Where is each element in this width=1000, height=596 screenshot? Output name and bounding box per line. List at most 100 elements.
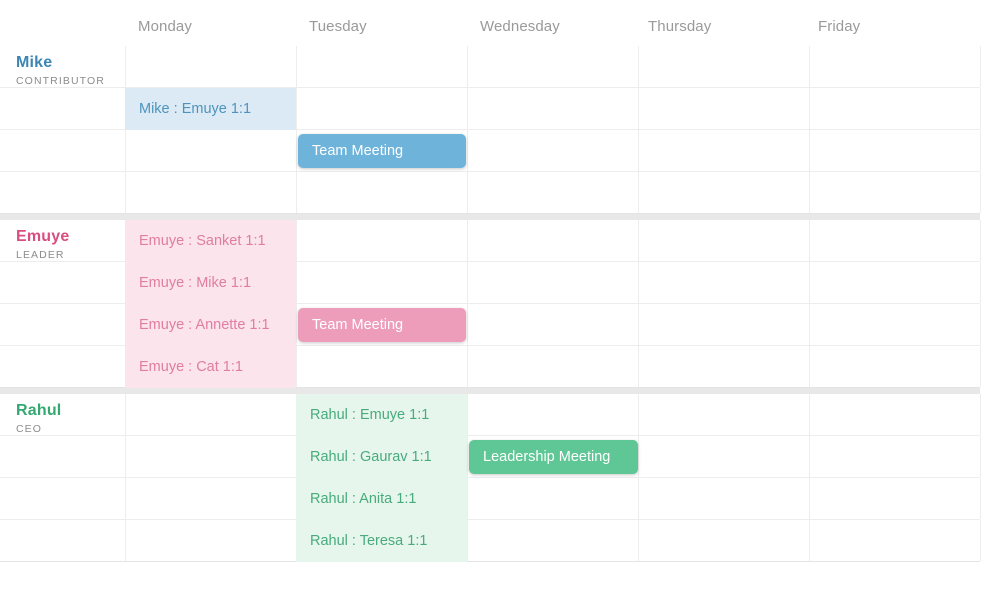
person-label-rahul: Rahul CEO — [16, 402, 120, 436]
column-rule — [638, 304, 639, 345]
schedule-row: Emuye : Sanket 1:1 — [0, 220, 981, 262]
column-rule — [980, 436, 981, 477]
schedule-grid: Mike : Emuye 1:1 Team Meeting Mike CONTRIBU… — [0, 46, 981, 562]
column-rule — [467, 46, 468, 87]
column-rule — [467, 478, 468, 519]
day-header-monday: Monday — [138, 18, 192, 35]
schedule-row: Rahul : Teresa 1:1 — [0, 520, 981, 562]
column-rule — [809, 304, 810, 345]
day-header-wednesday: Wednesday — [480, 18, 560, 35]
section-rows: Emuye : Sanket 1:1 Emuye : Mike 1:1 Emuye … — [0, 220, 981, 388]
column-rule — [467, 130, 468, 171]
schedule-row: Team Meeting — [0, 130, 981, 172]
schedule-row: Rahul : Emuye 1:1 — [0, 394, 981, 436]
person-name: Emuye — [16, 228, 70, 245]
column-rule — [467, 394, 468, 435]
column-rule — [296, 130, 297, 171]
column-rule — [296, 46, 297, 87]
column-rule — [296, 304, 297, 345]
column-rule — [809, 130, 810, 171]
section-rahul: Rahul : Emuye 1:1 Rahul : Gaurav 1:1 Leade… — [0, 394, 981, 562]
column-rule — [638, 394, 639, 435]
day-header-thursday: Thursday — [648, 18, 712, 35]
column-rule — [809, 262, 810, 303]
column-rule — [467, 262, 468, 303]
column-rule — [125, 46, 126, 87]
event-chip[interactable]: Emuye : Cat 1:1 — [125, 346, 296, 388]
column-rule — [638, 172, 639, 213]
column-rule — [980, 88, 981, 129]
person-role: CONTRIBUTOR — [16, 75, 105, 87]
event-chip[interactable]: Emuye : Annette 1:1 — [125, 304, 296, 346]
column-rule — [296, 220, 297, 261]
person-role: LEADER — [16, 249, 65, 261]
column-rule — [809, 172, 810, 213]
event-chip[interactable]: Mike : Emuye 1:1 — [125, 88, 296, 130]
column-rule — [125, 394, 126, 435]
column-rule — [980, 262, 981, 303]
column-rule — [467, 88, 468, 129]
column-rule — [980, 172, 981, 213]
schedule-row: Rahul : Anita 1:1 — [0, 478, 981, 520]
column-rule — [638, 520, 639, 561]
column-rules — [0, 520, 981, 561]
column-rule — [638, 436, 639, 477]
person-role: CEO — [16, 423, 43, 435]
person-name: Mike — [16, 54, 53, 71]
event-chip[interactable]: Rahul : Gaurav 1:1 — [296, 436, 467, 478]
schedule-row: Rahul : Gaurav 1:1 Leadership Meeting — [0, 436, 981, 478]
event-chip[interactable]: Team Meeting — [298, 134, 466, 168]
column-rules — [0, 130, 981, 171]
column-rule — [809, 88, 810, 129]
column-rule — [809, 346, 810, 387]
column-rule — [125, 130, 126, 171]
schedule-row: Emuye : Annette 1:1 Team Meeting — [0, 304, 981, 346]
column-rule — [980, 130, 981, 171]
schedule-row: Emuye : Mike 1:1 — [0, 262, 981, 304]
column-rule — [296, 346, 297, 387]
schedule-row: Mike : Emuye 1:1 — [0, 88, 981, 130]
column-rule — [125, 172, 126, 213]
event-chip[interactable]: Emuye : Mike 1:1 — [125, 262, 296, 304]
column-rule — [467, 172, 468, 213]
column-rule — [809, 520, 810, 561]
section-emuye: Emuye : Sanket 1:1 Emuye : Mike 1:1 Emuye … — [0, 220, 981, 388]
person-name: Rahul — [16, 402, 62, 419]
column-rule — [809, 46, 810, 87]
column-rule — [467, 520, 468, 561]
column-rule — [980, 478, 981, 519]
section-rows: Mike : Emuye 1:1 Team Meeting — [0, 46, 981, 214]
column-rule — [638, 130, 639, 171]
day-header-tuesday: Tuesday — [309, 18, 367, 35]
column-rule — [296, 262, 297, 303]
column-rule — [980, 220, 981, 261]
column-rule — [980, 394, 981, 435]
column-rule — [809, 436, 810, 477]
column-rules — [0, 478, 981, 519]
column-rule — [125, 520, 126, 561]
event-chip[interactable]: Rahul : Emuye 1:1 — [296, 394, 467, 436]
column-rule — [467, 220, 468, 261]
schedule-row: Emuye : Cat 1:1 — [0, 346, 981, 388]
column-rule — [980, 520, 981, 561]
column-rule — [980, 304, 981, 345]
column-rule — [467, 436, 468, 477]
section-rows: Rahul : Emuye 1:1 Rahul : Gaurav 1:1 Leade… — [0, 394, 981, 562]
event-chip[interactable]: Leadership Meeting — [469, 440, 638, 474]
person-label-emuye: Emuye LEADER — [16, 228, 120, 262]
column-rules — [0, 46, 981, 87]
event-chip[interactable]: Team Meeting — [298, 308, 466, 342]
schedule-row — [0, 46, 981, 88]
column-rule — [125, 478, 126, 519]
event-chip[interactable]: Rahul : Anita 1:1 — [296, 478, 467, 520]
column-rule — [296, 88, 297, 129]
day-header-friday: Friday — [818, 18, 861, 35]
column-rule — [467, 304, 468, 345]
event-chip[interactable]: Rahul : Teresa 1:1 — [296, 520, 467, 562]
column-rule — [809, 220, 810, 261]
schedule-board: Monday Tuesday Wednesday Thursday Friday Mik… — [0, 0, 1000, 596]
person-label-mike: Mike CONTRIBUTOR — [16, 54, 120, 88]
column-rule — [638, 262, 639, 303]
column-rules — [0, 172, 981, 213]
event-chip[interactable]: Emuye : Sanket 1:1 — [125, 220, 296, 262]
